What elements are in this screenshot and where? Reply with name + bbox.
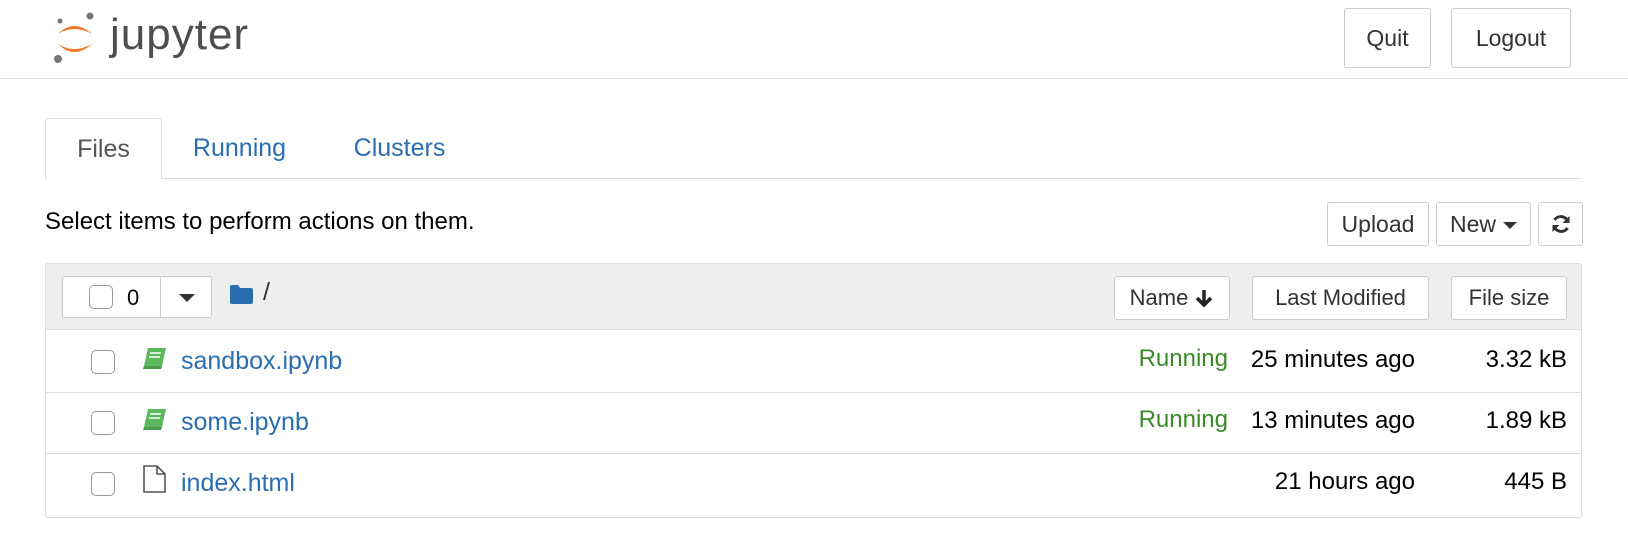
sort-modified-button[interactable]: Last Modified	[1252, 276, 1429, 320]
file-row[interactable]: some.ipynb Running 13 minutes ago 1.89 k…	[46, 391, 1581, 454]
last-modified: 25 minutes ago	[1250, 346, 1415, 373]
header: jupyter Quit Logout	[0, 0, 1628, 79]
select-all-checkbox[interactable]	[89, 285, 113, 309]
tab-clusters[interactable]: Clusters	[317, 118, 482, 179]
row-checkbox[interactable]	[91, 411, 115, 435]
quit-button[interactable]: Quit	[1344, 8, 1431, 68]
file-icon	[143, 465, 166, 493]
notebook-icon	[143, 409, 166, 430]
tab-running[interactable]: Running	[162, 118, 317, 179]
jupyter-logo-icon	[54, 12, 94, 63]
select-group: 0	[62, 276, 212, 318]
selected-count: 0	[127, 285, 140, 310]
file-row[interactable]: sandbox.ipynb Running 25 minutes ago 3.3…	[46, 330, 1581, 393]
file-size: 3.32 kB	[1485, 346, 1567, 373]
running-status: Running	[1138, 345, 1228, 372]
logo-text: jupyter	[110, 10, 250, 59]
select-menu-caret-icon[interactable]	[179, 294, 195, 302]
sort-name-button[interactable]: Name	[1114, 276, 1230, 320]
row-checkbox[interactable]	[91, 472, 115, 496]
last-modified: 21 hours ago	[1274, 468, 1415, 495]
file-size: 445 B	[1504, 468, 1567, 495]
new-button[interactable]: New	[1436, 202, 1531, 246]
file-name-link[interactable]: some.ipynb	[181, 408, 309, 437]
file-size: 1.89 kB	[1485, 407, 1567, 434]
breadcrumb-path[interactable]: /	[263, 278, 270, 307]
tab-bar: Files Running Clusters	[45, 118, 1582, 180]
new-button-label: New	[1449, 210, 1496, 237]
upload-button[interactable]: Upload	[1327, 202, 1429, 246]
file-list: 0 / Name Last Modified File size sandbox…	[45, 263, 1582, 518]
file-name-link[interactable]: index.html	[181, 469, 295, 498]
file-row[interactable]: index.html 21 hours ago 445 B	[46, 452, 1581, 515]
last-modified: 13 minutes ago	[1250, 407, 1415, 434]
running-status: Running	[1138, 406, 1228, 433]
refresh-button[interactable]	[1538, 202, 1583, 246]
notebook-icon	[143, 348, 166, 369]
sort-name-label: Name	[1129, 285, 1189, 310]
arrow-down-icon	[1196, 290, 1213, 308]
caret-down-icon	[1503, 222, 1517, 229]
sort-size-button[interactable]: File size	[1451, 276, 1567, 320]
file-name-link[interactable]: sandbox.ipynb	[181, 347, 342, 376]
tab-files[interactable]: Files	[45, 118, 162, 180]
logout-button[interactable]: Logout	[1451, 8, 1571, 68]
jupyter-logo[interactable]: jupyter	[52, 8, 272, 68]
file-list-header: 0 / Name Last Modified File size	[46, 264, 1581, 330]
selection-hint: Select items to perform actions on them.	[45, 208, 475, 235]
refresh-icon	[1552, 215, 1569, 233]
divider	[160, 277, 161, 317]
row-checkbox[interactable]	[91, 350, 115, 374]
folder-icon[interactable]	[229, 284, 254, 305]
